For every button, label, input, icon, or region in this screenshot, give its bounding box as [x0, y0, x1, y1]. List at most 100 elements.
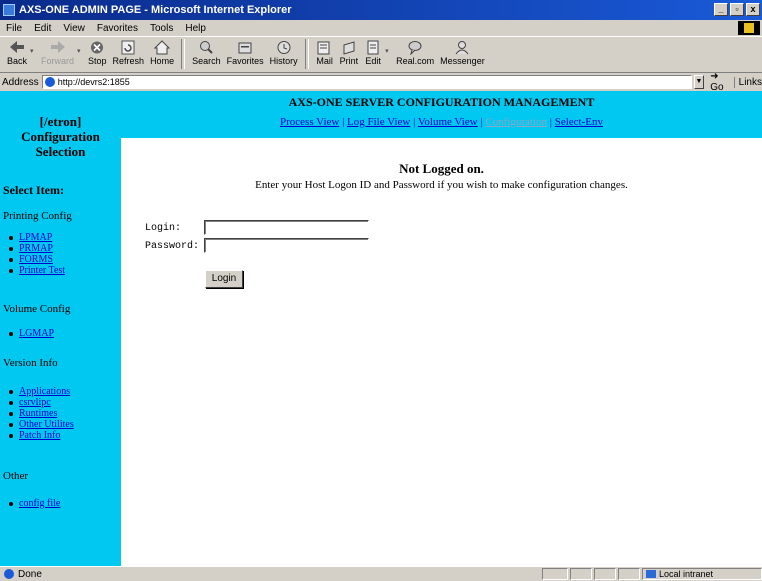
left-sidebar: [/etron] Configuration Selection Select …: [0, 91, 121, 566]
messenger-label: Messenger: [440, 56, 485, 66]
menu-tools[interactable]: Tools: [144, 23, 179, 34]
realcom-label: Real.com: [396, 56, 435, 66]
security-zone: Local intranet: [642, 568, 762, 580]
menu-help[interactable]: Help: [179, 23, 212, 34]
menu-edit[interactable]: Edit: [28, 23, 57, 34]
refresh-icon: [121, 40, 135, 55]
link-other-utilites[interactable]: Other Utilites: [19, 419, 74, 430]
forward-dropdown-icon[interactable]: ▾: [77, 47, 85, 55]
edit-label: Edit: [365, 56, 381, 66]
status-text: Done: [18, 568, 42, 580]
nav-process-view[interactable]: Process View: [280, 116, 339, 128]
menu-file[interactable]: File: [0, 23, 28, 34]
mail-icon: [317, 41, 330, 55]
list-item: config file: [9, 498, 60, 509]
nav-volume-view[interactable]: Volume View: [418, 116, 478, 128]
link-applications[interactable]: Applications: [19, 386, 70, 397]
mail-button[interactable]: Mail: [313, 37, 337, 66]
toolbar: Back ▾ Forward ▾ Stop Refresh Home Searc…: [0, 37, 762, 73]
password-input[interactable]: [204, 238, 369, 253]
print-button[interactable]: Print: [337, 37, 362, 66]
top-header: AXS-ONE SERVER CONFIGURATION MANAGEMENT …: [121, 91, 762, 138]
nav-select-env[interactable]: Select-Env: [555, 116, 603, 128]
status-cell: [570, 568, 592, 580]
nav-separator: |: [549, 116, 552, 128]
status-bar: Done Local intranet: [0, 566, 762, 581]
minimize-button[interactable]: _: [714, 3, 728, 16]
list-item: FORMS: [9, 254, 65, 265]
maximize-button[interactable]: ▫: [730, 3, 744, 16]
list-item: Runtimes: [9, 408, 74, 419]
forward-label: Forward: [41, 56, 75, 66]
menu-bar: File Edit View Favorites Tools Help: [0, 20, 762, 37]
list-item: LGMAP: [9, 328, 54, 339]
list-item: Other Utilites: [9, 419, 74, 430]
refresh-button[interactable]: Refresh: [110, 37, 148, 66]
link-prmap[interactable]: PRMAP: [19, 243, 53, 254]
home-button[interactable]: Home: [147, 37, 177, 66]
address-url: http://devrs2:1855: [57, 77, 130, 87]
version-info-list: Applications csrvlipc Runtimes Other Uti…: [9, 386, 74, 441]
list-item: Printer Test: [9, 265, 65, 276]
favorites-button[interactable]: Favorites: [224, 37, 267, 66]
link-lgmap[interactable]: LGMAP: [19, 328, 54, 339]
address-bar: Address http://devrs2:1855 ▼ ➜ Go Links: [0, 71, 762, 93]
link-forms[interactable]: FORMS: [19, 254, 53, 265]
menu-view[interactable]: View: [57, 23, 91, 34]
login-label: Login:: [145, 223, 182, 234]
search-button[interactable]: Search: [189, 37, 224, 66]
address-dropdown-icon[interactable]: ▼: [693, 75, 705, 89]
nav-separator: |: [342, 116, 345, 128]
stop-button[interactable]: Stop: [85, 37, 110, 66]
back-dropdown-icon[interactable]: ▾: [30, 47, 38, 55]
history-button[interactable]: History: [267, 37, 301, 66]
edit-button[interactable]: Edit: [361, 37, 385, 66]
page-done-icon: [4, 569, 14, 579]
forward-button[interactable]: Forward: [38, 37, 77, 66]
printing-config-title: Printing Config: [3, 210, 72, 222]
link-lpmap[interactable]: LPMAP: [19, 232, 52, 243]
windows-logo-icon: [738, 21, 760, 35]
go-button[interactable]: ➜ Go: [710, 71, 727, 93]
window-title-bar: AXS-ONE ADMIN PAGE - Microsoft Internet …: [0, 0, 762, 20]
login-input[interactable]: [204, 220, 369, 235]
address-input[interactable]: http://devrs2:1855: [41, 75, 692, 89]
realcom-icon: [408, 41, 422, 55]
link-runtimes[interactable]: Runtimes: [19, 408, 57, 419]
back-button[interactable]: Back: [4, 37, 30, 66]
login-instructions: Enter your Host Logon ID and Password if…: [255, 179, 628, 191]
nav-log-file-view[interactable]: Log File View: [347, 116, 410, 128]
close-button[interactable]: x: [746, 3, 760, 16]
links-button[interactable]: Links: [733, 76, 762, 88]
link-csrvlipc[interactable]: csrvlipc: [19, 397, 51, 408]
sidebar-header-line3: Selection: [35, 144, 86, 159]
messenger-button[interactable]: Messenger: [437, 37, 488, 66]
history-label: History: [269, 56, 298, 66]
edit-icon: [367, 40, 379, 55]
main-panel: Not Logged on. Enter your Host Logon ID …: [121, 138, 762, 566]
zone-label: Local intranet: [659, 569, 714, 579]
intranet-icon: [646, 570, 656, 578]
login-button[interactable]: Login: [205, 270, 243, 288]
status-cell: [618, 568, 640, 580]
toolbar-separator: [181, 39, 186, 69]
search-icon: [200, 41, 214, 54]
realcom-button[interactable]: Real.com: [393, 37, 437, 66]
menu-favorites[interactable]: Favorites: [91, 23, 144, 34]
page-icon: [44, 77, 55, 87]
messenger-icon: [456, 41, 469, 55]
link-patch-info[interactable]: Patch Info: [19, 430, 60, 441]
edit-dropdown-icon[interactable]: ▾: [385, 47, 393, 55]
back-label: Back: [7, 56, 28, 66]
sidebar-header-line2: Configuration: [21, 129, 100, 144]
page-content: [/etron] Configuration Selection Select …: [0, 91, 762, 566]
address-label: Address: [2, 76, 39, 88]
nav-configuration[interactable]: Configuration: [485, 116, 547, 128]
print-label: Print: [339, 56, 359, 66]
link-printer-test[interactable]: Printer Test: [19, 265, 65, 276]
favorites-icon: [238, 42, 252, 54]
select-item-heading: Select Item:: [3, 183, 64, 197]
link-config-file[interactable]: config file: [19, 498, 60, 509]
toolbar-separator: [304, 39, 309, 69]
status-cell: [594, 568, 616, 580]
